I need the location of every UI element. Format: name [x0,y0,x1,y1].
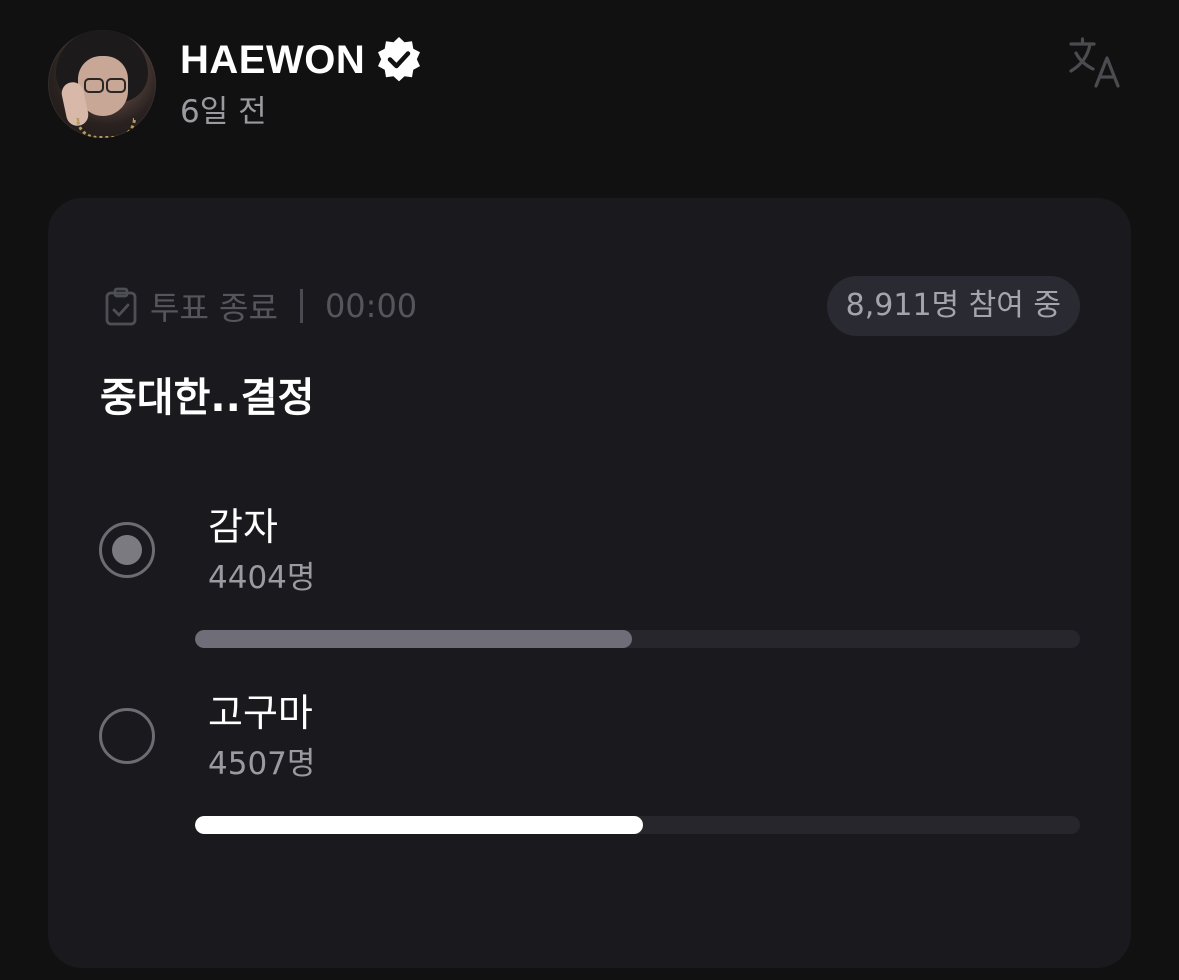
verified-badge-icon [378,37,420,82]
option-vote-count: 4507명 [208,746,316,782]
poll-status-label: 투표 종료 [150,289,278,327]
option-progress-fill [195,816,643,834]
poll-status: 투표 종료 00:00 [104,284,417,328]
option-radio-selected[interactable] [99,522,155,578]
option-label: 감자 [208,505,278,549]
option-progress-track [195,630,1080,648]
poll-timer: 00:00 [324,287,418,325]
poll-option-1[interactable]: 고구마 4507명 [48,684,1131,854]
option-radio[interactable] [99,708,155,764]
post-screen: HAEWON 6일 전 투표 종료 00:00 8,911명 참여 중 중대한.… [0,0,1179,980]
option-label: 고구마 [208,691,313,735]
status-divider [299,289,303,323]
clipboard-check-icon [105,287,137,326]
poll-option-0[interactable]: 감자 4404명 [48,498,1131,668]
option-progress-track [195,816,1080,834]
participant-count-badge: 8,911명 참여 중 [826,276,1080,336]
author-avatar[interactable] [48,30,156,138]
translate-icon[interactable] [1066,34,1124,92]
option-progress-fill [195,630,633,648]
post-timestamp: 6일 전 [180,94,267,130]
poll-title: 중대한..결정 [100,375,315,421]
option-vote-count: 4404명 [208,560,316,596]
poll-card: 투표 종료 00:00 8,911명 참여 중 중대한..결정 감자 4404명… [48,198,1131,968]
author-name[interactable]: HAEWON [180,36,365,84]
